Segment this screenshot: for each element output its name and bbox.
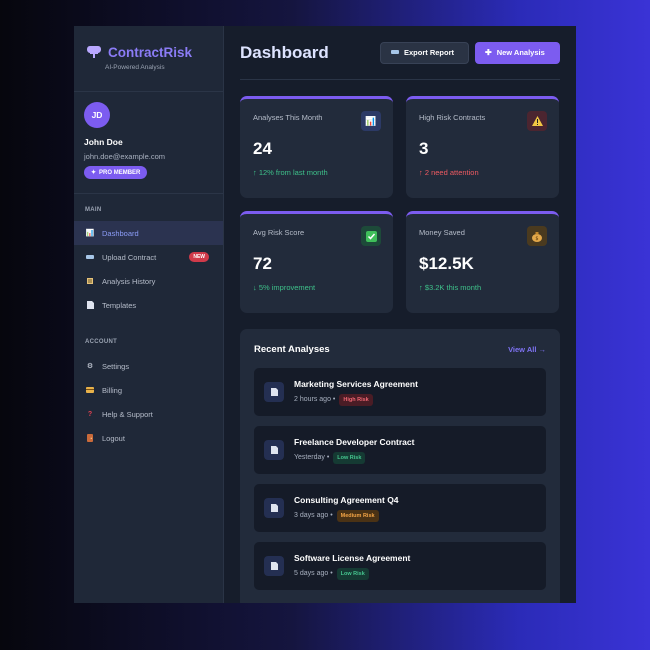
list-item[interactable]: Software License Agreement 5 days ago • L… [254, 542, 546, 590]
main-content: Dashboard Export Report ✚ New Analysis A… [224, 26, 576, 603]
stat-value: 3 [419, 139, 429, 158]
new-badge: NEW [189, 252, 209, 262]
svg-text:$: $ [535, 236, 538, 242]
document-icon [264, 440, 284, 460]
credit-card-icon [86, 386, 94, 394]
brand: ContractRisk AI-Powered Analysis [74, 26, 223, 92]
analysis-title: Consulting Agreement Q4 [294, 494, 399, 505]
header-actions: Export Report ✚ New Analysis [380, 41, 560, 64]
stat-card-money-saved[interactable]: Money Saved $ $12.5K ↑ $3.2K this month [406, 211, 559, 313]
stat-value: 24 [253, 139, 272, 158]
page-title: Dashboard [240, 42, 329, 62]
sidebar-item-help-support[interactable]: ? Help & Support [74, 402, 223, 426]
chart-icon: 📊 [361, 111, 381, 131]
recent-analyses-title: Recent Analyses [254, 344, 330, 355]
user-email: john.doe@example.com [84, 152, 165, 161]
export-report-button[interactable]: Export Report [380, 41, 469, 64]
list-item[interactable]: Marketing Services Agreement 2 hours ago… [254, 368, 546, 416]
sidebar-item-analysis-history[interactable]: Analysis History [74, 269, 223, 293]
view-all-link[interactable]: View All → [508, 345, 546, 354]
document-icon [264, 498, 284, 518]
export-icon [391, 48, 399, 57]
sidebar-item-billing[interactable]: Billing [74, 378, 223, 402]
app-window: ContractRisk AI-Powered Analysis JD John… [74, 26, 576, 603]
analysis-time: 2 hours ago • [294, 396, 336, 403]
document-icon [86, 301, 94, 309]
risk-badge: Low Risk [336, 567, 369, 580]
recent-analyses-panel: Recent Analyses View All → Marketing Ser… [240, 329, 560, 603]
stat-delta: ↑ 12% from last month [253, 168, 328, 177]
list-item[interactable]: Consulting Agreement Q4 3 days ago • Medi… [254, 484, 546, 532]
brand-tagline: AI-Powered Analysis [105, 64, 165, 71]
document-icon [264, 556, 284, 576]
sidebar-item-settings[interactable]: ⚙ Settings [74, 354, 223, 378]
analysis-time: 5 days ago • [294, 570, 333, 577]
user-name: John Doe [84, 137, 123, 147]
risk-badge: High Risk [339, 393, 373, 406]
stat-card-analyses[interactable]: Analyses This Month 📊 24 ↑ 12% from last… [240, 96, 393, 198]
risk-badge: Low Risk [333, 451, 366, 464]
help-icon: ? [87, 410, 93, 418]
sidebar: ContractRisk AI-Powered Analysis JD John… [74, 26, 224, 603]
brand-name: ContractRisk [108, 44, 193, 60]
stat-card-avg-risk-score[interactable]: Avg Risk Score 72 ↓ 5% improvement [240, 211, 393, 313]
new-analysis-button[interactable]: ✚ New Analysis [475, 41, 560, 64]
upload-icon [86, 253, 94, 261]
analysis-title: Freelance Developer Contract [294, 436, 415, 447]
stat-delta: ↑ 2 need attention [419, 168, 479, 177]
user-profile: JD John Doe john.doe@example.com ✦ PRO M… [74, 92, 223, 194]
analysis-title: Software License Agreement [294, 552, 411, 563]
stat-value: 72 [253, 254, 272, 273]
stat-delta: ↓ 5% improvement [253, 283, 316, 292]
risk-badge: Medium Risk [336, 509, 379, 522]
pro-member-badge: ✦ PRO MEMBER [84, 166, 148, 179]
sidebar-item-templates[interactable]: Templates [74, 293, 223, 317]
gear-icon: ⚙ [86, 363, 94, 370]
sparkle-icon: ✦ [91, 170, 97, 176]
document-icon [264, 382, 284, 402]
stat-delta: ↑ $3.2K this month [419, 283, 482, 292]
logout-icon [86, 434, 94, 442]
stat-value: $12.5K [419, 254, 474, 273]
warning-icon [527, 111, 547, 131]
stats-grid: Analyses This Month 📊 24 ↑ 12% from last… [240, 96, 560, 313]
analysis-title: Marketing Services Agreement [294, 378, 418, 389]
analysis-time: 3 days ago • [294, 512, 333, 519]
avatar[interactable]: JD [84, 102, 110, 128]
sidebar-item-upload-contract[interactable]: Upload Contract NEW [74, 245, 223, 269]
list-item[interactable]: Freelance Developer Contract Yesterday •… [254, 426, 546, 474]
stat-card-high-risk[interactable]: High Risk Contracts 3 ↑ 2 need attention [406, 96, 559, 198]
analysis-time: Yesterday • [294, 454, 330, 461]
check-icon [361, 226, 381, 246]
sidebar-item-dashboard[interactable]: 📊 Dashboard [74, 221, 223, 245]
topbar: Dashboard Export Report ✚ New Analysis [240, 26, 560, 80]
history-icon [86, 277, 94, 285]
money-bag-icon: $ [527, 226, 547, 246]
bar-chart-icon: 📊 [85, 230, 95, 237]
brain-icon [86, 44, 102, 60]
plus-icon: ✚ [485, 48, 492, 57]
sidebar-item-logout[interactable]: Logout [74, 426, 223, 450]
